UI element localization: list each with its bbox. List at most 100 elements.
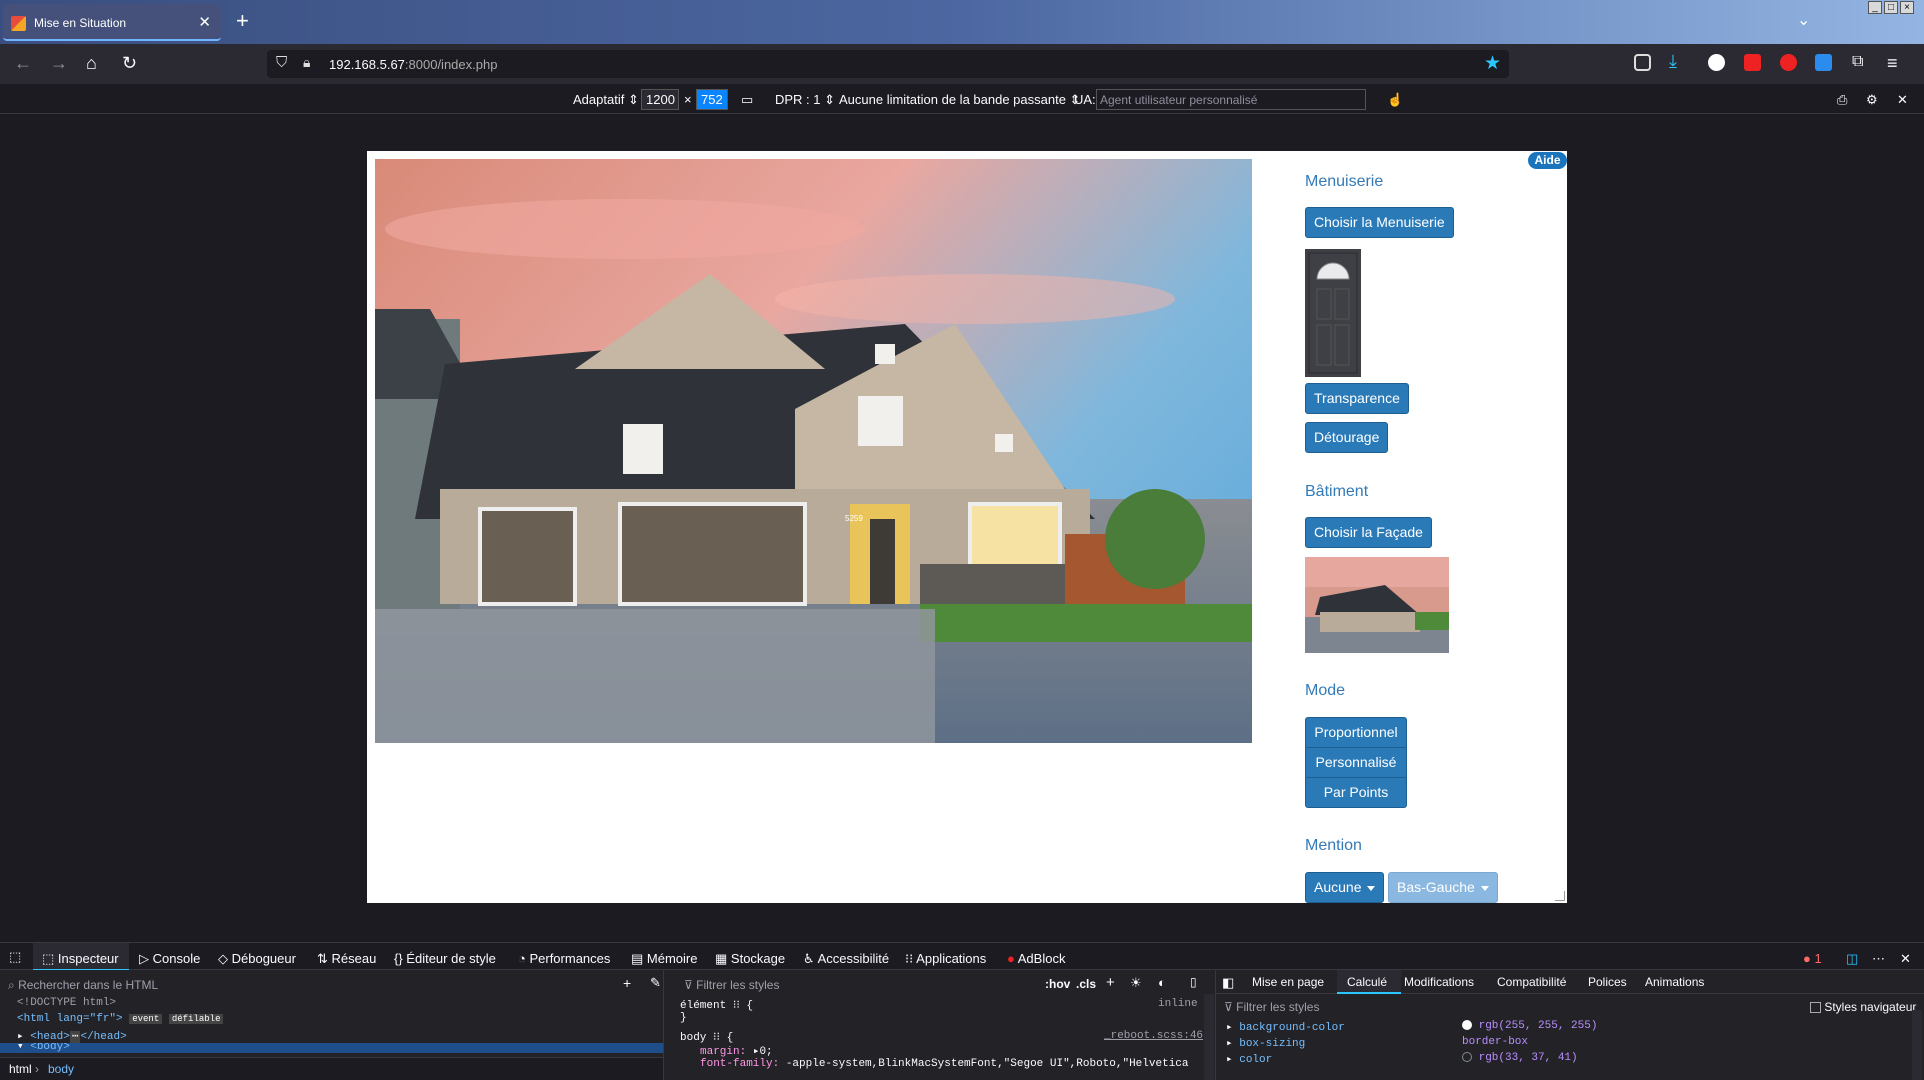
dpr-selector[interactable]: DPR : 1 ⇕: [775, 92, 835, 108]
hov-toggle[interactable]: :hov: [1045, 977, 1070, 991]
url-text[interactable]: 192.168.5.67:8000/index.php: [329, 57, 497, 72]
error-count-badge[interactable]: ● 1: [1803, 951, 1822, 966]
computed-row[interactable]: ▸ color: [1226, 1052, 1272, 1066]
filter-styles-input[interactable]: ⊽ Filtrer les styles: [684, 978, 779, 992]
tab-close-icon[interactable]: ✕: [198, 13, 211, 31]
door-thumbnail[interactable]: [1305, 249, 1361, 377]
forward-icon[interactable]: →: [50, 53, 68, 74]
margin-declaration[interactable]: margin: ▸0;: [700, 1044, 773, 1058]
tab-polices[interactable]: Polices: [1588, 975, 1627, 989]
doctype-line[interactable]: <!DOCTYPE html>: [17, 997, 116, 1009]
browser-styles-checkbox[interactable]: Styles navigateur: [1810, 1000, 1916, 1014]
mention-dropdown[interactable]: Aucune: [1305, 872, 1385, 903]
tab-accessibilite[interactable]: ♿︎ Accessibilité: [803, 951, 889, 967]
extension-lock-icon[interactable]: [1744, 54, 1761, 71]
breadcrumb-body[interactable]: body: [48, 1062, 74, 1076]
toggle-pane-icon[interactable]: ◧: [1222, 975, 1234, 991]
reload-icon[interactable]: ↻: [122, 53, 137, 74]
throttling-selector[interactable]: Aucune limitation de la bande passante ⇕: [839, 92, 1080, 108]
light-scheme-icon[interactable]: ☀: [1130, 975, 1142, 991]
house-preview-image[interactable]: 5259: [375, 159, 1252, 743]
tab-stockage[interactable]: ▦ Stockage: [715, 951, 785, 967]
tab-adblock[interactable]: ● AdBlock: [1007, 951, 1065, 966]
device-selector[interactable]: Adaptatif ⇕: [573, 92, 639, 108]
tab-reseau[interactable]: ⇅ Réseau: [317, 951, 376, 967]
tab-compatibilite[interactable]: Compatibilité: [1497, 975, 1566, 989]
screenshot-icon[interactable]: ⎙: [1837, 92, 1847, 108]
mention-position-dropdown[interactable]: Bas-Gauche: [1388, 872, 1498, 903]
tab-editeur-style[interactable]: {} Éditeur de style: [394, 951, 496, 966]
eyedropper-icon[interactable]: ✎: [650, 975, 661, 991]
user-agent-input[interactable]: Agent utilisateur personnalisé: [1096, 89, 1366, 110]
add-node-icon[interactable]: +: [623, 975, 631, 991]
choose-facade-button[interactable]: Choisir la Façade: [1305, 517, 1432, 548]
computed-row[interactable]: ▸ background-color: [1226, 1020, 1345, 1034]
tab-applications[interactable]: ⁝⁝ Applications: [905, 951, 986, 967]
tab-console[interactable]: ▷ Console: [139, 951, 200, 967]
close-devtools-icon[interactable]: ✕: [1900, 951, 1911, 967]
minimize-button[interactable]: _: [1868, 1, 1882, 14]
transparence-button[interactable]: Transparence: [1305, 383, 1409, 414]
choose-menuiserie-button[interactable]: Choisir la Menuiserie: [1305, 207, 1454, 238]
head-node[interactable]: ▸ <head> ⋯ </head>: [17, 1029, 127, 1043]
viewport-width-input[interactable]: 1200: [641, 89, 679, 110]
list-all-tabs-icon[interactable]: ⌄: [1797, 10, 1810, 30]
back-icon[interactable]: ←: [14, 53, 32, 74]
mode-par-points-button[interactable]: Par Points: [1305, 777, 1407, 808]
maximize-button[interactable]: □: [1884, 1, 1898, 14]
menu-icon[interactable]: ≡: [1887, 53, 1898, 74]
extensions-icon[interactable]: ⧉: [1852, 53, 1863, 71]
tab-calcule[interactable]: Calculé: [1347, 975, 1387, 989]
body-node-selected[interactable]: ▾ <body>: [0, 1043, 663, 1053]
viewport-resize-handle[interactable]: [1555, 891, 1565, 901]
rotate-icon[interactable]: ▭: [741, 92, 753, 108]
html-search-input[interactable]: ⌕ Rechercher dans le HTML: [8, 978, 158, 993]
facade-thumbnail[interactable]: [1305, 557, 1449, 653]
detourage-button[interactable]: Détourage: [1305, 422, 1389, 453]
bookmark-star-icon[interactable]: ★: [1484, 52, 1501, 75]
pocket-icon[interactable]: [1634, 54, 1651, 71]
tab-debogueur[interactable]: ◇ Débogueur: [218, 951, 296, 967]
body-rule[interactable]: body ⁝⁝ {: [680, 1030, 733, 1044]
tab-modifications[interactable]: Modifications: [1404, 975, 1474, 989]
downloads-icon[interactable]: ⤓: [1669, 51, 1677, 72]
cls-toggle[interactable]: .cls: [1076, 977, 1096, 991]
computed-scrollbar[interactable]: [1912, 1010, 1922, 1080]
event-badge[interactable]: event: [129, 1014, 163, 1024]
tab-inspecteur[interactable]: ⬚ Inspecteur: [42, 951, 119, 967]
url-bar[interactable]: ⛉ 🔒︎ 192.168.5.67:8000/index.php ★: [267, 50, 1509, 78]
aide-badge[interactable]: Aide: [1528, 152, 1567, 169]
scrollable-badge[interactable]: défilable: [168, 1014, 224, 1024]
print-simulation-icon[interactable]: ▯: [1190, 975, 1197, 989]
tab-memoire[interactable]: ▤ Mémoire: [631, 951, 697, 967]
mode-personnalise-button[interactable]: Personnalisé: [1305, 747, 1407, 778]
element-rule[interactable]: élément ⁝⁝ {: [680, 998, 753, 1012]
extension-blue-icon[interactable]: [1815, 54, 1832, 71]
pick-element-icon[interactable]: ⬚: [9, 949, 21, 965]
close-window-button[interactable]: ×: [1900, 1, 1914, 14]
extension-r-icon[interactable]: [1708, 54, 1725, 71]
home-icon[interactable]: ⌂: [86, 53, 97, 74]
tab-mise-en-situation[interactable]: Mise en Situation ✕: [3, 4, 221, 41]
tab-performances[interactable]: ◔ Performances: [518, 951, 610, 966]
tab-animations[interactable]: Animations: [1645, 975, 1704, 989]
touch-simulation-icon[interactable]: ☝: [1387, 92, 1403, 108]
viewport-height-input[interactable]: 752: [696, 89, 728, 110]
computed-row[interactable]: ▸ box-sizing: [1226, 1036, 1305, 1050]
breadcrumb-html[interactable]: html: [9, 1062, 32, 1076]
close-rdm-icon[interactable]: ✕: [1897, 92, 1908, 108]
new-tab-button[interactable]: +: [236, 8, 249, 34]
shield-icon[interactable]: ⛉: [276, 54, 287, 71]
lock-icon[interactable]: 🔒︎: [303, 54, 310, 71]
mode-proportionnel-button[interactable]: Proportionnel: [1305, 717, 1407, 748]
computed-filter-input[interactable]: ⊽ Filtrer les styles: [1224, 1000, 1319, 1014]
body-rule-source[interactable]: _reboot.scss:46: [1104, 1030, 1203, 1042]
settings-gear-icon[interactable]: ⚙: [1866, 92, 1878, 108]
dark-scheme-icon[interactable]: ◐: [1158, 975, 1166, 990]
font-family-declaration[interactable]: font-family: -apple-system,BlinkMacSyste…: [700, 1058, 1189, 1070]
rules-scrollbar[interactable]: [1204, 994, 1214, 1080]
html-node[interactable]: <html lang="fr"> event défilable: [17, 1013, 224, 1025]
dock-icon[interactable]: ◫: [1846, 951, 1858, 967]
tab-mise-en-page[interactable]: Mise en page: [1252, 975, 1324, 989]
add-rule-icon[interactable]: +: [1106, 974, 1115, 991]
